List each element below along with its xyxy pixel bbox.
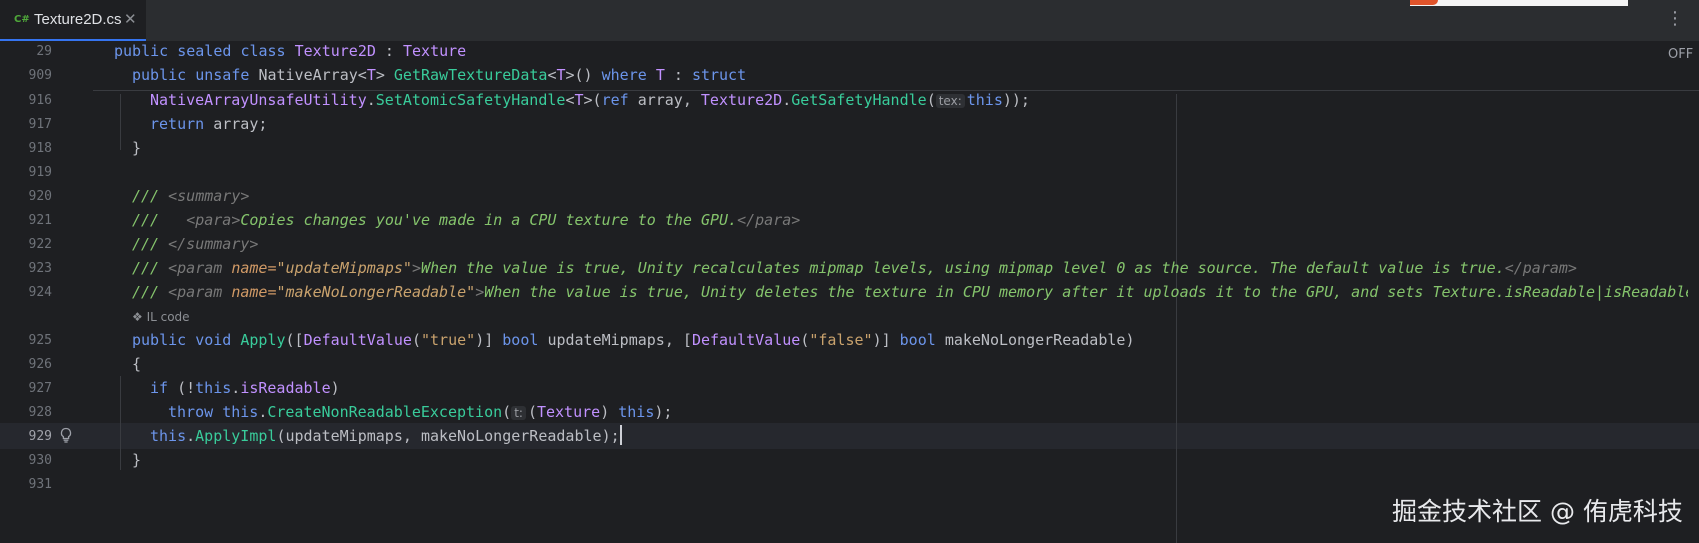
code-line[interactable]: NativeArrayUnsafeUtility.SetAtomicSafety…	[150, 87, 1030, 113]
code-line[interactable]: if (!this.isReadable)	[150, 375, 340, 401]
parameter-hint: tex:	[935, 94, 965, 108]
more-options-icon[interactable]: ⋮	[1666, 8, 1684, 29]
line-number-gutter: 29 909 916 917 918 919 920 921 922 923 9…	[0, 41, 92, 543]
il-code-lens[interactable]: ❖ IL code	[132, 310, 190, 324]
line-number: 929	[28, 429, 52, 444]
indent-guide	[120, 94, 121, 150]
lightbulb-icon[interactable]	[58, 427, 74, 445]
line-number: 909	[28, 68, 52, 83]
editor-tab-bar: C# Texture2D.cs ✕ ⋮	[0, 0, 1699, 41]
line-number: 928	[28, 405, 52, 420]
close-icon[interactable]: ✕	[124, 10, 137, 28]
text-caret	[619, 425, 622, 445]
line-number: 922	[28, 237, 52, 252]
sticky-code-line[interactable]: public unsafe NativeArray<T> GetRawTextu…	[132, 62, 746, 88]
line-number: 920	[28, 189, 52, 204]
line-number: 931	[28, 477, 52, 492]
code-line-current[interactable]: this.ApplyImpl(updateMipmaps, makeNoLong…	[150, 423, 622, 449]
code-line[interactable]: {	[132, 351, 141, 377]
line-number: 924	[28, 285, 52, 300]
line-number: 926	[28, 357, 52, 372]
line-number: 916	[28, 93, 52, 108]
csharp-file-icon: C#	[14, 14, 30, 25]
overlay-logo	[1410, 0, 1438, 5]
line-number: 927	[28, 381, 52, 396]
file-tab[interactable]: C# Texture2D.cs ✕	[0, 0, 146, 41]
overlay-panel-edge	[1410, 0, 1628, 6]
code-line[interactable]: }	[132, 447, 141, 473]
line-number: 925	[28, 333, 52, 348]
code-line[interactable]: throw this.CreateNonReadableException(t:…	[168, 399, 672, 425]
code-line[interactable]: }	[132, 135, 141, 161]
watermark: 掘金技术社区 @ 侑虎科技	[1392, 497, 1683, 526]
file-tab-label: Texture2D.cs	[34, 11, 122, 28]
line-number: 918	[28, 141, 52, 156]
right-margin-guide	[1176, 94, 1177, 543]
code-editor[interactable]: 29 909 916 917 918 919 920 921 922 923 9…	[0, 41, 1699, 543]
line-number: 29	[36, 44, 52, 59]
sticky-code-line[interactable]: public sealed class Texture2D : Texture	[114, 41, 466, 64]
line-number: 930	[28, 453, 52, 468]
line-number: 919	[28, 165, 52, 180]
code-line[interactable]: /// <param name="updateMipmaps">When the…	[132, 255, 1577, 281]
code-line[interactable]: public void Apply([DefaultValue("true")]…	[132, 327, 1134, 353]
line-number: 923	[28, 261, 52, 276]
parameter-hint: t:	[511, 406, 526, 420]
line-number: 921	[28, 213, 52, 228]
indent-guide	[120, 376, 121, 470]
code-line[interactable]: /// <para>Copies changes you've made in …	[132, 207, 800, 233]
code-line[interactable]: /// </summary>	[132, 231, 258, 257]
code-line[interactable]: /// <summary>	[132, 183, 249, 209]
vertical-scrollbar[interactable]	[1690, 41, 1697, 543]
code-line[interactable]: /// <param name="makeNoLongerReadable">W…	[132, 279, 1688, 305]
code-line[interactable]: return array;	[150, 111, 267, 137]
line-number: 917	[28, 117, 52, 132]
